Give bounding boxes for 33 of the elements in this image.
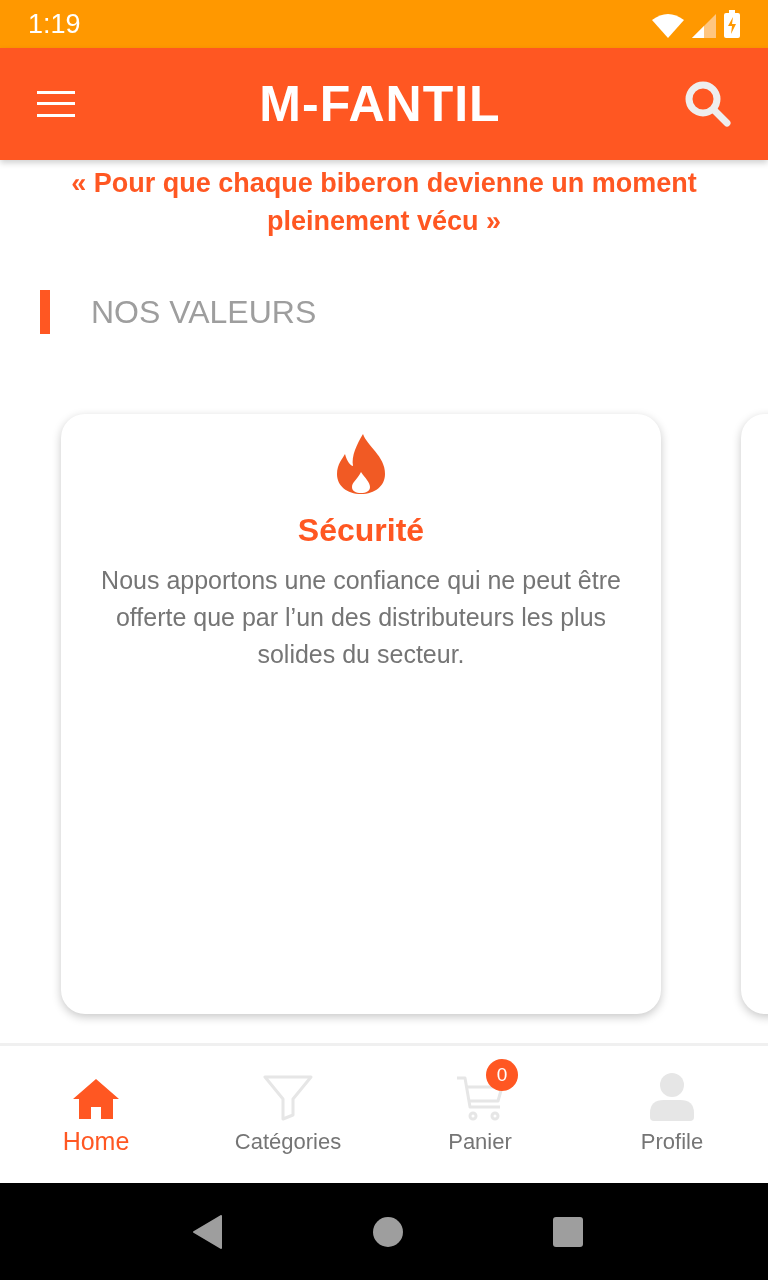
status-time: 1:19	[28, 7, 81, 41]
recents-button[interactable]	[553, 1216, 583, 1247]
back-button[interactable]	[193, 1214, 223, 1249]
nav-tab[interactable]: 0 Panier	[384, 1046, 576, 1183]
cart-count-badge: 0	[486, 1059, 518, 1091]
home-icon	[73, 1078, 119, 1119]
card-description: Nous apportons une confiance qui ne peut être offerte que par l’un des distributeurs les plus solides du secteur.	[100, 565, 622, 670]
funnel-icon	[263, 1075, 313, 1121]
person-icon	[650, 1073, 694, 1121]
nav-tab[interactable]: Catégories	[192, 1046, 384, 1183]
menu-icon	[37, 90, 75, 118]
nav-label: Catégories	[234, 1128, 342, 1156]
card-title: Sécurité	[297, 511, 425, 550]
nav-label: Panier	[448, 1128, 512, 1156]
home-circle-icon	[373, 1216, 403, 1247]
app-logo: M-FANTIL	[259, 79, 501, 129]
search-button[interactable]	[685, 81, 731, 127]
home-button[interactable]	[373, 1216, 403, 1247]
battery-icon	[724, 10, 740, 38]
nav-label: Profile	[640, 1128, 704, 1156]
recents-icon	[553, 1216, 583, 1247]
menu-button[interactable]	[37, 90, 75, 118]
quote-text: « Pour que chaque biberon devienne un moment pleinement vécu »	[70, 167, 698, 238]
flame-icon	[337, 434, 385, 494]
nav-tab[interactable]: Home	[0, 1046, 192, 1183]
section-title: NOS VALEURS	[91, 293, 317, 332]
search-icon	[685, 81, 731, 127]
wifi-icon	[652, 14, 684, 38]
section-accent-bar	[40, 290, 50, 334]
nav-label: Home	[62, 1125, 130, 1157]
signal-icon	[692, 14, 716, 38]
back-icon	[193, 1214, 223, 1249]
nav-tab[interactable]: Profile	[576, 1046, 768, 1183]
